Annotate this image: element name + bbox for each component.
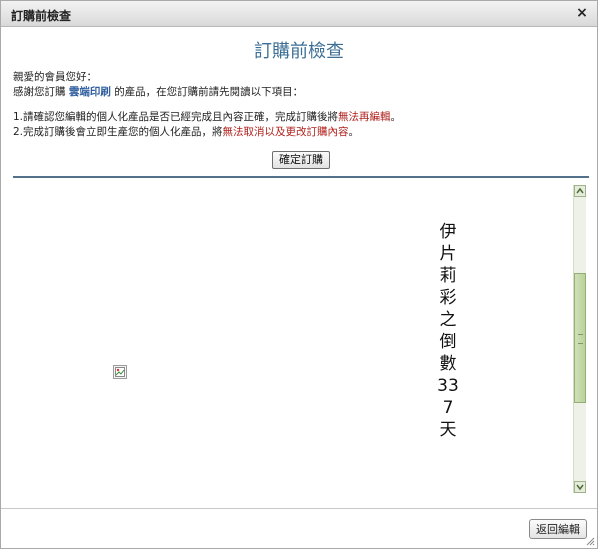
preview-vertical-text: 伊片莉彩之倒數337天 [437,222,459,440]
notice-item-1-text: 1.請確認您編輯的個人化產品是否已經完成且內容正確，完成訂購後將 [13,111,339,123]
notice-item-2-highlight: 無法取消以及更改訂購內容 [222,126,349,138]
broken-image-icon [113,365,127,379]
notice-item-2: 2.完成訂購後會立即生產您的個人化產品，將無法取消以及更改訂購內容。 [13,124,359,139]
intro-line: 感謝您訂購 雲端印刷 的產品，在您訂購前請先閱讀以下項目： [13,84,303,99]
resize-grip-icon[interactable] [585,536,595,546]
notice-item-2-text: 2.完成訂購後會立即生產您的個人化產品，將 [13,126,223,138]
section-divider [13,176,589,178]
notice-item-1-end: 。 [390,111,402,123]
close-icon[interactable]: × [575,5,589,21]
dialog-titlebar: 訂購前檢查 × [1,1,597,27]
intro-suffix: 的產品，在您訂購前請先閱讀以下項目： [114,86,304,98]
scroll-up-button[interactable] [574,185,586,197]
scroll-thumb[interactable] [574,273,586,403]
page-heading: 訂購前檢查 [254,41,344,62]
back-to-edit-button[interactable]: 返回編輯 [529,519,587,539]
confirm-order-button[interactable]: 確定訂購 [272,151,330,169]
preview-scrollbar[interactable] [573,185,586,493]
intro-prefix: 感謝您訂購 [13,86,66,98]
product-preview: 伊片莉彩之倒數337天 [13,185,587,493]
footer-divider [1,508,597,509]
notice-item-1-highlight: 無法再編輯 [338,111,391,123]
order-check-dialog: 訂購前檢查 × 訂購前檢查 親愛的會員您好： 感謝您訂購 雲端印刷 的產品，在您… [0,0,598,549]
greeting-text: 親愛的會員您好： [13,71,97,83]
dialog-title: 訂購前檢查 [11,9,72,23]
notice-item-2-end: 。 [348,126,360,138]
grip-icon [578,334,583,344]
scroll-down-button[interactable] [574,481,586,493]
brand-name: 雲端印刷 [68,86,111,98]
notice-item-1: 1.請確認您編輯的個人化產品是否已經完成且內容正確，完成訂購後將無法再編輯。 [13,109,401,124]
